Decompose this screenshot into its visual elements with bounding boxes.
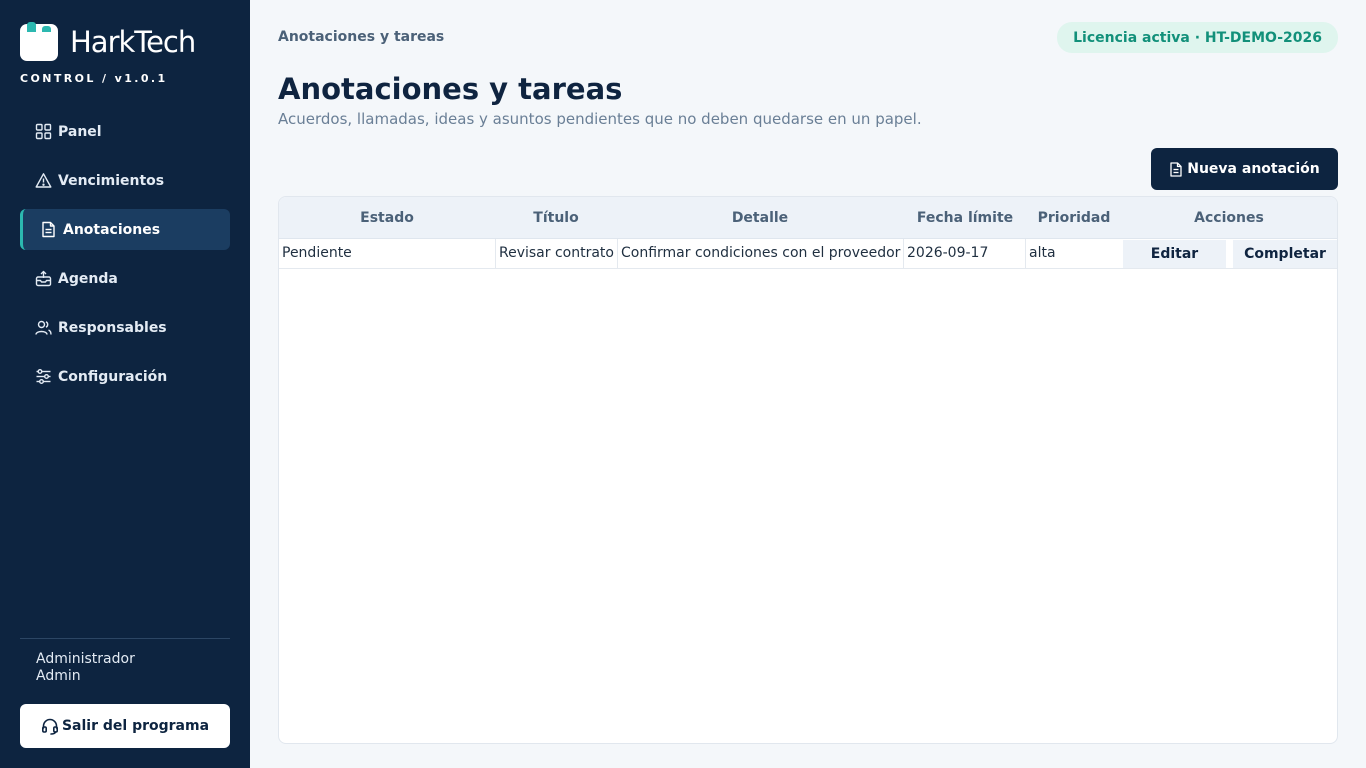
new-annotation-button[interactable]: Nueva anotación: [1151, 148, 1338, 190]
sidebar-divider: [20, 638, 230, 639]
document-icon: [40, 221, 57, 238]
cell-fecha: 2026-09-17: [903, 239, 1025, 269]
sidebar-item-anotaciones[interactable]: Anotaciones: [20, 209, 230, 250]
page-subtitle: Acuerdos, llamadas, ideas y asuntos pend…: [278, 110, 922, 128]
exit-button[interactable]: Salir del programa: [20, 704, 230, 748]
license-badge: Licencia activa · HT-DEMO-2026: [1057, 22, 1338, 53]
user-role: Administrador: [36, 651, 135, 667]
logo-icon: [20, 22, 60, 62]
brand-subtitle: CONTROL / v1.0.1: [20, 72, 168, 85]
cell-prioridad: alta: [1025, 239, 1121, 269]
tray-upload-icon: [35, 270, 52, 287]
sidebar-item-label: Responsables: [58, 319, 167, 336]
breadcrumb: Anotaciones y tareas: [278, 29, 445, 45]
complete-button[interactable]: Completar: [1233, 240, 1337, 268]
sidebar-item-panel[interactable]: Panel: [20, 111, 230, 152]
cell-estado: Pendiente: [282, 245, 352, 261]
sidebar-item-agenda[interactable]: Agenda: [20, 258, 230, 299]
new-annotation-label: Nueva anotación: [1187, 161, 1320, 177]
sidebar-item-label: Anotaciones: [63, 221, 161, 238]
user-name: Admin: [36, 668, 81, 684]
cell-detalle: Confirmar condiciones con el proveedor: [617, 239, 903, 269]
column-header-estado[interactable]: Estado: [279, 197, 495, 239]
exit-button-label: Salir del programa: [61, 718, 210, 734]
column-header-fecha[interactable]: Fecha límite: [903, 197, 1027, 239]
column-header-acciones: Acciones: [1194, 210, 1264, 226]
users-icon: [35, 319, 52, 336]
sidebar: HarkTech CONTROL / v1.0.1 Panel Vencimie…: [0, 0, 250, 768]
brand-name: HarkTech: [70, 25, 196, 59]
sliders-icon: [35, 368, 52, 385]
document-icon: [1169, 161, 1183, 177]
sidebar-item-label: Configuración: [58, 368, 168, 385]
sidebar-item-label: Vencimientos: [58, 172, 165, 189]
cell-titulo: Revisar contrato: [495, 239, 617, 269]
table-header: Estado Título Detalle Fecha límite Prior…: [279, 197, 1337, 239]
brand: HarkTech: [20, 22, 196, 62]
warning-icon: [35, 172, 52, 189]
column-header-titulo[interactable]: Título: [495, 197, 617, 239]
sidebar-item-label: Panel: [58, 123, 102, 140]
column-header-detalle[interactable]: Detalle: [617, 197, 903, 239]
page-title: Anotaciones y tareas: [278, 72, 623, 106]
sidebar-item-label: Agenda: [58, 270, 118, 287]
annotations-table: Estado Título Detalle Fecha límite Prior…: [278, 196, 1338, 744]
sidebar-item-responsables[interactable]: Responsables: [20, 307, 230, 348]
sidebar-nav: Panel Vencimientos Anotaciones Agenda Re…: [20, 111, 230, 405]
table-row[interactable]: Pendiente Revisar contrato Confirmar con…: [279, 239, 1337, 269]
column-header-prioridad[interactable]: Prioridad: [1027, 197, 1121, 239]
grid-icon: [35, 123, 52, 140]
headset-icon: [41, 717, 59, 735]
sidebar-item-configuracion[interactable]: Configuración: [20, 356, 230, 397]
sidebar-item-vencimientos[interactable]: Vencimientos: [20, 160, 230, 201]
edit-button[interactable]: Editar: [1123, 240, 1226, 268]
